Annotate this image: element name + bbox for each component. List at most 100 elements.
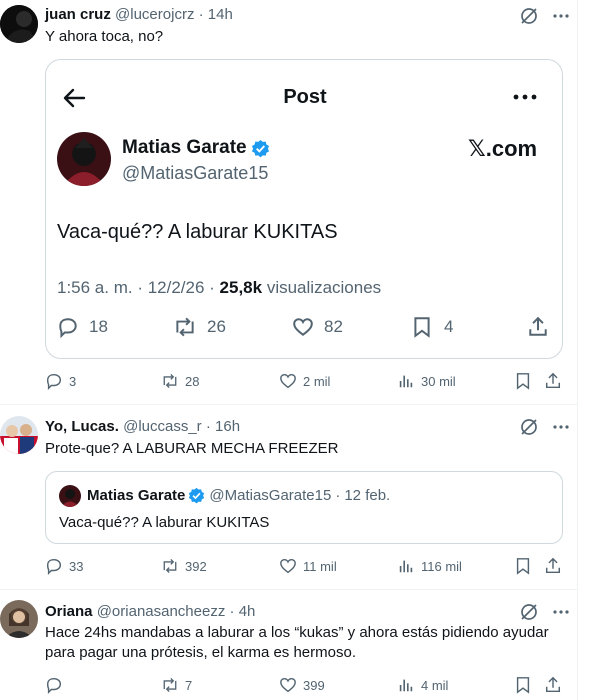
- repost-count: 7: [185, 677, 193, 693]
- tweet-oriana[interactable]: Oriana @orianasancheezz · 4h Hace 24hs m…: [0, 590, 577, 700]
- brand-label: 𝕏.com: [468, 136, 538, 161]
- screenshot-header-title: Post: [283, 86, 327, 108]
- more-icon[interactable]: [551, 602, 571, 622]
- repost-icon: [163, 677, 177, 693]
- bookmark-stat: 4: [412, 316, 453, 338]
- views-button[interactable]: 30 mil: [397, 372, 456, 390]
- bookmark-icon[interactable]: [514, 557, 532, 575]
- quote-header: Matias Garate @MatiasGarate15 · 12 feb.: [87, 487, 390, 504]
- share-icon: [529, 316, 547, 336]
- like-button[interactable]: 2 mil: [279, 372, 330, 390]
- more-icon[interactable]: [551, 6, 571, 26]
- repost-button[interactable]: 392: [161, 557, 207, 575]
- grok-icon[interactable]: [519, 417, 539, 437]
- avatar[interactable]: [0, 5, 38, 43]
- tweet-actions: 7 399 4 mil: [45, 676, 565, 696]
- tweet-text: Hace 24hs mandabas a laburar a los “kuka…: [45, 624, 549, 661]
- author-name[interactable]: Yo, Lucas.: [45, 418, 119, 435]
- quote-date: 12 feb.: [344, 487, 391, 504]
- tweet-juan-cruz[interactable]: juan cruz @lucerojcrz · 14h Y ahora toca…: [0, 0, 577, 404]
- author-handle[interactable]: @orianasancheezz: [97, 603, 226, 620]
- like-icon: [280, 677, 296, 693]
- author-handle: @MatiasGarate15: [122, 163, 269, 183]
- reply-button[interactable]: [45, 676, 69, 694]
- like-count: 399: [303, 677, 325, 693]
- repost-icon: [163, 558, 177, 574]
- like-icon: [293, 318, 313, 336]
- separator: ·: [229, 603, 235, 620]
- repost-stat: 26: [173, 316, 226, 338]
- author-handle: @MatiasGarate15: [209, 487, 332, 504]
- post-screenshot-image[interactable]: Post Matias Garate @MatiasGarate15 𝕏.com…: [45, 59, 563, 359]
- reply-icon: [46, 558, 62, 575]
- repost-count: 28: [185, 373, 200, 389]
- quoted-tweet[interactable]: Matias Garate @MatiasGarate15 · 12 feb. …: [45, 471, 563, 544]
- author-handle[interactable]: @luccass_r: [123, 418, 202, 435]
- tweet-header: juan cruz @lucerojcrz · 14h: [45, 6, 233, 24]
- timestamp[interactable]: 4h: [239, 603, 256, 620]
- views-count: 116 mil: [421, 558, 462, 574]
- share-icon[interactable]: [544, 557, 562, 575]
- author-name[interactable]: juan cruz: [45, 6, 111, 23]
- tweet-header: Yo, Lucas. @luccass_r · 16h: [45, 418, 240, 436]
- views-icon: [399, 560, 413, 573]
- views-count: 25,8k: [219, 278, 263, 297]
- views-icon: [399, 679, 413, 692]
- separator: ·: [205, 418, 211, 435]
- repost-button[interactable]: 7: [161, 676, 192, 694]
- bookmark-icon[interactable]: [514, 372, 532, 390]
- reply-count: 33: [69, 558, 84, 574]
- screenshot-author-name: Matias Garate: [122, 137, 270, 159]
- bookmark-icon[interactable]: [514, 676, 532, 694]
- share-icon[interactable]: [544, 372, 562, 390]
- like-stat: 82: [292, 316, 343, 338]
- screenshot-timestamp-row: 1:56 a. m. · 12/2/26 · 25,8k visualizaci…: [57, 278, 381, 298]
- repost-icon: [163, 373, 177, 389]
- like-button[interactable]: 399: [279, 676, 325, 694]
- repost-icon: [176, 317, 194, 337]
- repost-count: 392: [185, 558, 207, 574]
- tweet-actions: 33 392 11 mil 116 mil: [45, 557, 565, 577]
- reply-stat: 18: [57, 316, 108, 338]
- author-name[interactable]: Oriana: [45, 603, 93, 620]
- like-icon: [280, 558, 296, 574]
- grok-icon[interactable]: [519, 602, 539, 622]
- avatar[interactable]: [0, 600, 38, 638]
- reply-button[interactable]: 33: [45, 557, 83, 575]
- reply-icon: [46, 677, 62, 694]
- more-icon[interactable]: [551, 417, 571, 437]
- timestamp[interactable]: 14h: [208, 6, 233, 23]
- like-button[interactable]: 11 mil: [279, 557, 337, 575]
- tweet-text: Y ahora toca, no?: [45, 28, 164, 45]
- avatar: [59, 485, 81, 507]
- views-button[interactable]: 4 mil: [397, 676, 448, 694]
- bookmark-icon: [414, 317, 430, 338]
- post-timestamp: 1:56 a. m. · 12/2/26 ·: [57, 278, 215, 297]
- tweet-header: Oriana @orianasancheezz · 4h: [45, 603, 255, 621]
- tweet-yo-lucas[interactable]: Yo, Lucas. @luccass_r · 16h Prote-que? A…: [0, 405, 577, 588]
- like-icon: [280, 373, 296, 389]
- avatar[interactable]: [0, 416, 38, 454]
- grok-icon[interactable]: [519, 6, 539, 26]
- verified-badge-icon: [251, 139, 269, 157]
- tweet-actions: 3 28 2 mil 30 mil: [45, 372, 565, 392]
- more-icon: [513, 94, 537, 100]
- views-count: 4 mil: [421, 677, 449, 693]
- reply-count: 3: [69, 373, 77, 389]
- tweet-text: Prote-que? A LABURAR MECHA FREEZER: [45, 440, 339, 457]
- like-count: 2 mil: [303, 373, 331, 389]
- views-label: visualizaciones: [266, 278, 382, 297]
- reply-icon: [59, 318, 77, 338]
- views-button[interactable]: 116 mil: [397, 557, 462, 575]
- screenshot-actions: 18 26 82 4: [57, 316, 553, 340]
- timestamp[interactable]: 16h: [215, 418, 240, 435]
- separator: ·: [198, 6, 204, 23]
- avatar: [57, 132, 111, 186]
- author-name: Matias Garate: [122, 137, 247, 158]
- repost-button[interactable]: 28: [161, 372, 199, 390]
- reply-button[interactable]: 3: [45, 372, 76, 390]
- share-icon[interactable]: [544, 676, 562, 694]
- author-handle[interactable]: @lucerojcrz: [115, 6, 194, 23]
- screenshot-post-text: Vaca-qué?? A laburar KUKITAS: [57, 221, 338, 243]
- views-count: 30 mil: [421, 373, 456, 389]
